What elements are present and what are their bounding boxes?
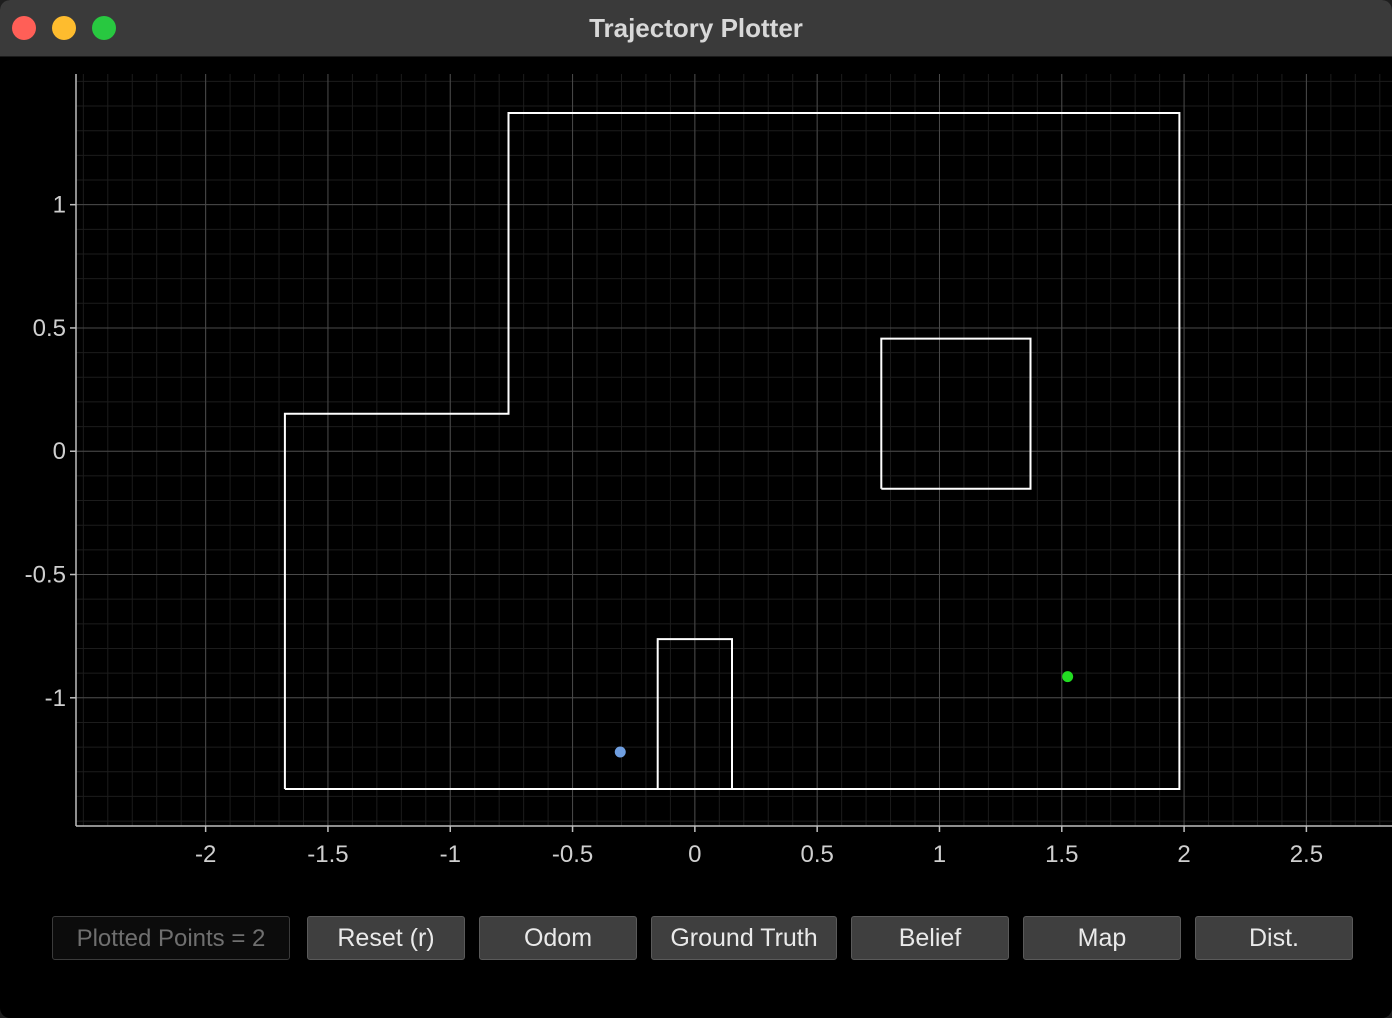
y-tick-labels: -1 -0.5 0 0.5 1 <box>25 192 66 712</box>
window-title: Trajectory Plotter <box>589 13 803 43</box>
plotted-points-counter: Plotted Points = 2 <box>52 916 290 960</box>
y-tick-label: 1 <box>53 192 66 219</box>
title-bar: Trajectory Plotter <box>0 0 1392 57</box>
odom-button[interactable]: Odom <box>479 916 637 960</box>
minor-grid <box>76 74 1392 826</box>
plot-area[interactable]: -2 -1.5 -1 -0.5 0 0.5 1 1.5 2 2.5 -1 -0.5 0 0.5 1 <box>0 56 1392 886</box>
x-tick-label: 2.5 <box>1290 841 1323 868</box>
y-tick-label: -1 <box>45 685 66 712</box>
major-grid <box>76 74 1392 826</box>
map-button[interactable]: Map <box>1023 916 1181 960</box>
y-tick-label: -0.5 <box>25 562 66 589</box>
x-tick-label: 0 <box>688 841 701 868</box>
plotted-points <box>614 671 1074 758</box>
x-tick-labels: -2 -1.5 -1 -0.5 0 0.5 1 1.5 2 2.5 <box>195 841 1323 868</box>
x-tick-label: 1.5 <box>1045 841 1078 868</box>
x-tick-label: 1 <box>933 841 946 868</box>
ground-truth-button[interactable]: Ground Truth <box>651 916 837 960</box>
x-tick-label: 0.5 <box>800 841 833 868</box>
map-box-obstacle <box>880 337 1032 490</box>
x-tick-label: -1 <box>440 841 461 868</box>
dist-button[interactable]: Dist. <box>1195 916 1353 960</box>
ground-truth-point <box>1062 671 1074 683</box>
y-tick-label: 0.5 <box>33 315 66 342</box>
toolbar: Plotted Points = 2 Reset (r) Odom Ground… <box>0 900 1392 980</box>
x-tick-label: -1.5 <box>307 841 348 868</box>
x-tick-label: -2 <box>195 841 216 868</box>
x-tick-label: 2 <box>1177 841 1190 868</box>
y-tick-label: 0 <box>53 438 66 465</box>
belief-button[interactable]: Belief <box>851 916 1009 960</box>
app-window: Trajectory Plotter -2 -1.5 -1 -0.5 0 0.5 1 1.5 2… <box>0 0 1392 1018</box>
reset-button[interactable]: Reset (r) <box>307 916 465 960</box>
trajectory-chart[interactable]: -2 -1.5 -1 -0.5 0 0.5 1 1.5 2 2.5 -1 -0.5 0 0.5 1 <box>0 56 1392 886</box>
belief-point <box>614 746 626 758</box>
x-tick-label: -0.5 <box>552 841 593 868</box>
